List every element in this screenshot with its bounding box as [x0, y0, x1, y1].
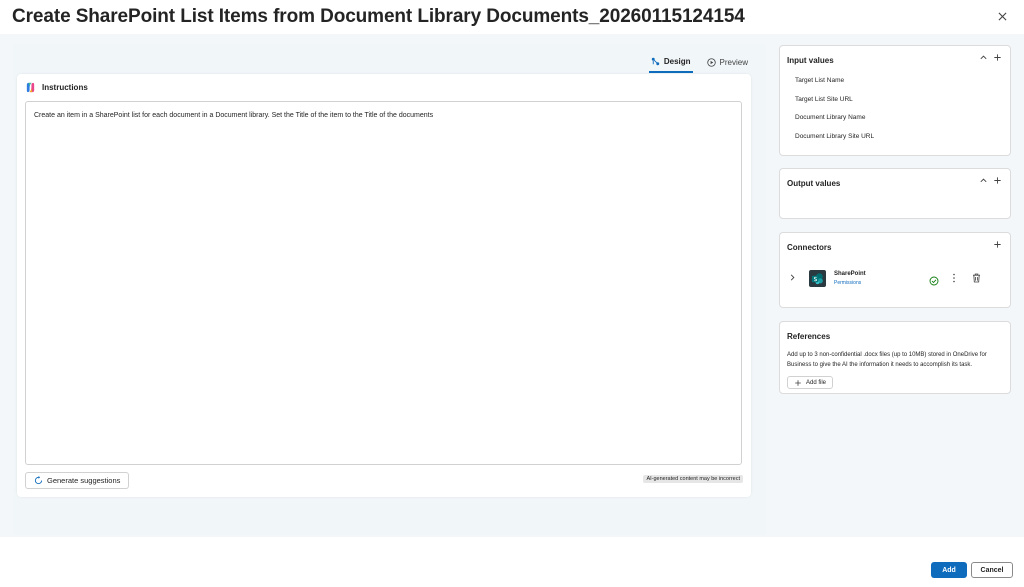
connection-status-icon [929, 273, 939, 291]
instructions-card: Instructions Create an item in a SharePo… [17, 74, 751, 497]
expand-connector-button[interactable] [788, 273, 797, 282]
add-button[interactable]: Add [931, 562, 967, 578]
output-values-title: Output values [787, 179, 841, 188]
generate-suggestions-label: Generate suggestions [47, 476, 121, 485]
delete-connector-button[interactable] [972, 273, 981, 283]
instructions-text: Create an item in a SharePoint list for … [34, 112, 434, 119]
more-vertical-icon [953, 273, 955, 283]
input-value-item[interactable]: Target List Site URL [795, 96, 853, 103]
output-values-card: Output values [779, 168, 1011, 219]
plus-icon [994, 241, 1001, 248]
refresh-icon [34, 476, 43, 485]
chevron-up-icon [980, 178, 987, 183]
references-card: References Add up to 3 non-confidential … [779, 321, 1011, 394]
add-file-label: Add file [806, 379, 827, 386]
plus-icon [994, 54, 1001, 61]
add-connector-button[interactable] [993, 240, 1002, 249]
input-value-item[interactable]: Document Library Name [795, 114, 865, 121]
design-icon [651, 57, 660, 66]
plus-icon [795, 379, 801, 386]
trash-icon [973, 273, 980, 283]
add-output-value-button[interactable] [993, 176, 1002, 185]
tab-preview[interactable]: Preview [705, 52, 750, 73]
instructions-input[interactable]: Create an item in a SharePoint list for … [25, 101, 742, 465]
add-file-button[interactable]: Add file [787, 376, 834, 389]
mode-tabs: Design Preview [648, 52, 750, 73]
connectors-card: Connectors SharePoint Permissions [779, 232, 1011, 308]
collapse-output-values-button[interactable] [979, 176, 988, 185]
chevron-right-icon [790, 274, 795, 281]
plus-icon [994, 177, 1001, 184]
input-value-item[interactable]: Target List Name [795, 77, 844, 84]
close-button[interactable] [994, 8, 1010, 24]
generate-suggestions-button[interactable]: Generate suggestions [25, 472, 130, 489]
dialog-title: Create SharePoint List Items from Docume… [12, 6, 745, 27]
content-area: Design Preview Instructions Create an it… [0, 34, 1024, 537]
input-value-item[interactable]: Document Library Site URL [795, 133, 874, 140]
input-values-title: Input values [787, 56, 834, 65]
play-icon [706, 58, 716, 67]
collapse-input-values-button[interactable] [979, 53, 988, 62]
connector-name: SharePoint [834, 271, 866, 277]
ai-disclaimer-badge: AI-generated content may be incorrect [643, 475, 743, 483]
connector-row-sharepoint: SharePoint Permissions [788, 268, 1004, 290]
sharepoint-icon [809, 270, 826, 287]
tab-design-label: Design [663, 57, 691, 66]
input-values-actions [979, 53, 1002, 62]
chevron-up-icon [980, 55, 987, 60]
add-input-value-button[interactable] [993, 53, 1002, 62]
references-title: References [787, 332, 831, 341]
dialog-header: Create SharePoint List Items from Docume… [0, 0, 1024, 34]
connector-permissions-link[interactable]: Permissions [834, 280, 861, 286]
input-values-card: Input values Target List Name Target Lis… [779, 45, 1011, 156]
references-description: Add up to 3 non-confidential .docx files… [787, 352, 987, 368]
tab-preview-label: Preview [719, 58, 748, 67]
output-values-actions [979, 176, 1002, 185]
dialog-footer: Add Cancel [0, 537, 1024, 587]
instructions-title: Instructions [42, 83, 88, 92]
design-panel: Design Preview Instructions Create an it… [13, 44, 766, 535]
close-icon [998, 12, 1006, 20]
instructions-header: Instructions [25, 82, 88, 93]
tab-design[interactable]: Design [648, 52, 693, 73]
connectors-title: Connectors [787, 243, 832, 252]
connector-more-button[interactable] [951, 272, 957, 284]
sharepoint-logo-glyph [811, 273, 823, 285]
connectors-actions [993, 240, 1002, 249]
copilot-icon [26, 82, 35, 93]
cancel-button[interactable]: Cancel [971, 562, 1013, 578]
